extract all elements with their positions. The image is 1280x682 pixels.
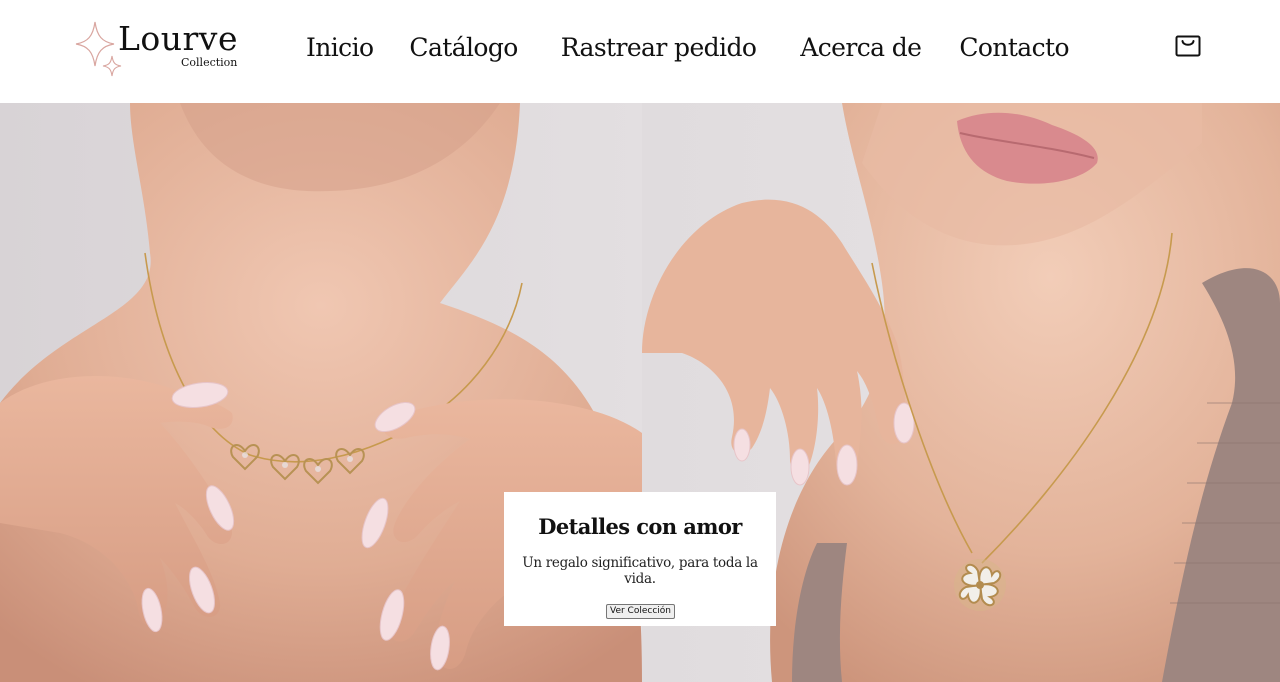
promo-text: Un regalo significativo, para toda la vi… — [522, 555, 758, 587]
promo-card: Detalles con amor Un regalo significativ… — [504, 492, 776, 626]
view-collection-button[interactable]: Ver Colección — [606, 604, 675, 619]
site-header: Lourve Collection Inicio Catálogo Rastre… — [0, 0, 1280, 103]
promo-title: Detalles con amor — [538, 514, 742, 539]
nav-item-contacto[interactable]: Contacto — [959, 35, 1069, 60]
main-nav: Inicio Catálogo Rastrear pedido Acerca d… — [306, 30, 1069, 64]
brand-logo[interactable]: Lourve Collection — [74, 18, 244, 80]
sparkle-icon — [75, 21, 122, 77]
shopping-bag-icon[interactable] — [1174, 32, 1202, 60]
nav-item-inicio[interactable]: Inicio — [306, 35, 374, 60]
nav-item-catalogo[interactable]: Catálogo — [409, 35, 518, 60]
brand-subtitle: Collection — [181, 56, 238, 69]
nav-item-rastrear-pedido[interactable]: Rastrear pedido — [561, 35, 757, 60]
nav-item-acerca-de[interactable]: Acerca de — [800, 35, 922, 60]
brand-name: Lourve — [118, 19, 238, 58]
hero-banner: Detalles con amor Un regalo significativ… — [0, 103, 1280, 682]
